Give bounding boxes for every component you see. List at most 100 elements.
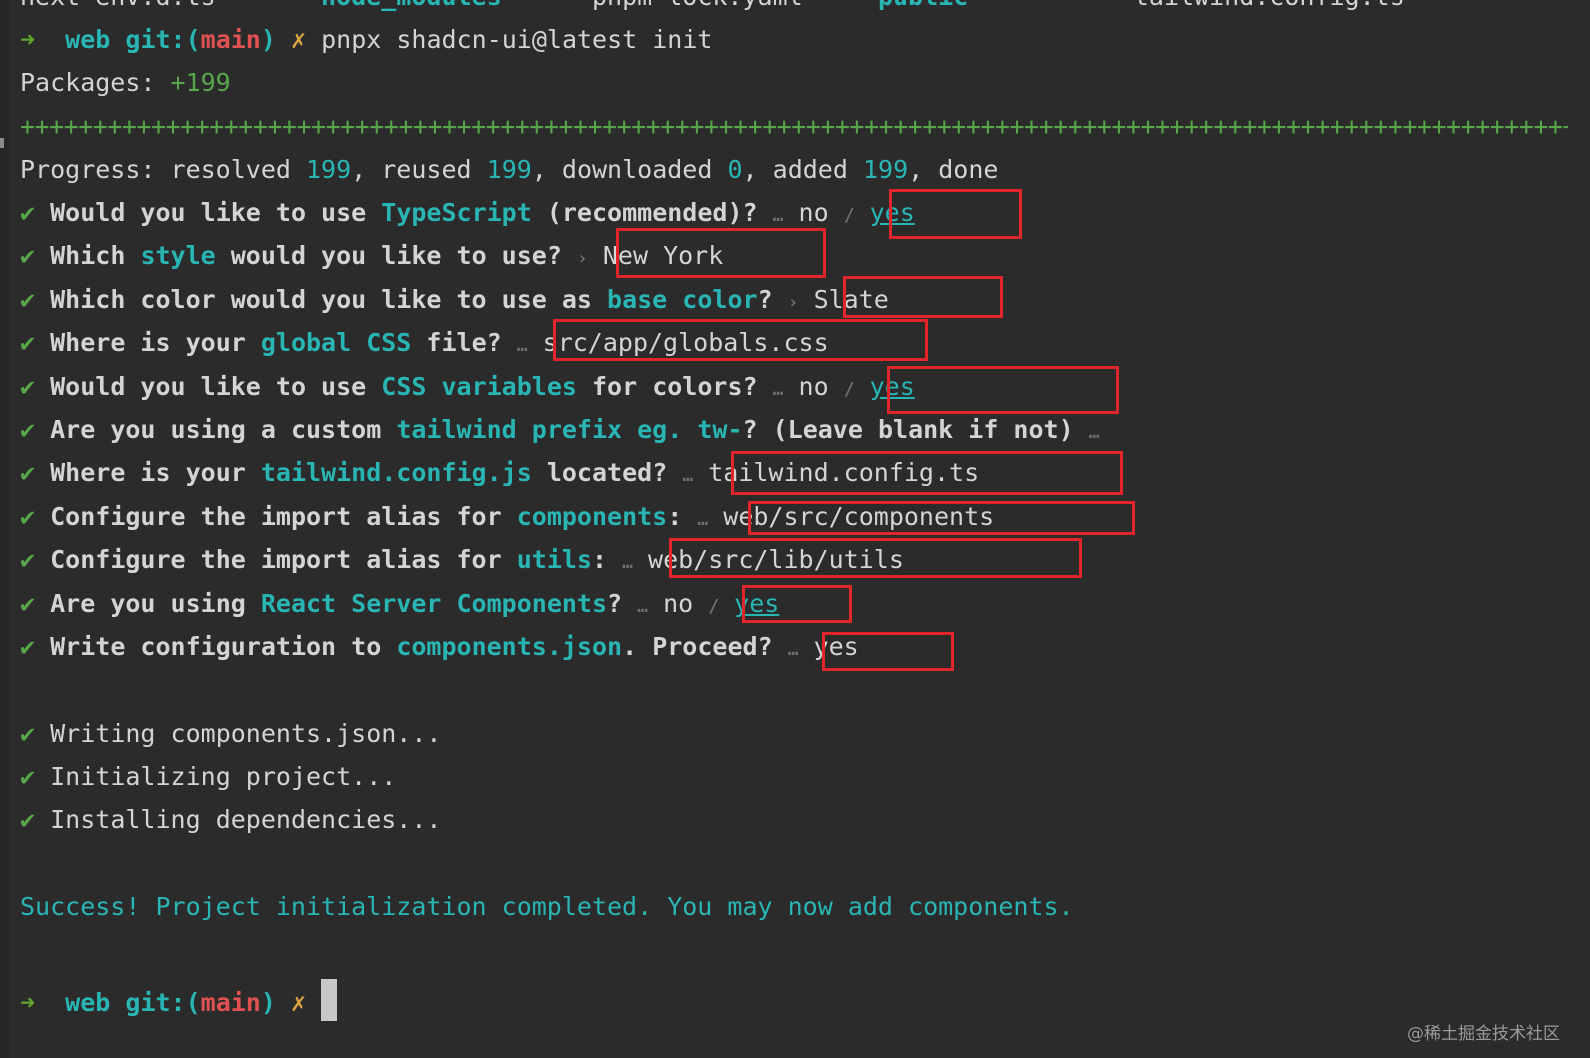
- highlight-box-utils-alias: [669, 538, 1082, 578]
- question-text: :: [667, 502, 683, 531]
- progress-reused-label: , reused: [351, 155, 472, 184]
- progress-line: Progress: resolved 199, reused 199, down…: [20, 155, 998, 185]
- check-icon: ✔: [20, 545, 36, 574]
- question-text: Configure the import alias for: [50, 502, 517, 531]
- success-message: Success! Project initialization complete…: [20, 892, 1074, 921]
- question-typescript: ✔ Would you like to use TypeScript (reco…: [20, 198, 915, 228]
- question-text: for colors?: [576, 372, 758, 401]
- packages-label: Packages:: [20, 68, 156, 97]
- question-highlight: global CSS: [260, 328, 412, 357]
- highlight-box-rsc: [742, 585, 852, 623]
- check-icon: ✔: [20, 285, 36, 314]
- directory-listing: next-env.d.ts node_modules pnpm-lock.yam…: [20, 0, 1405, 12]
- highlight-box-typescript: [889, 189, 1022, 239]
- listing-item: node_modules: [321, 0, 502, 11]
- gutter-marker: [0, 138, 4, 148]
- check-icon: ✔: [20, 502, 36, 531]
- highlight-box-style: [616, 228, 826, 278]
- highlight-box-components-alias: [748, 501, 1135, 535]
- answer-no: no: [798, 198, 829, 227]
- listing-item: tailwind.config.ts: [1134, 0, 1405, 11]
- terminal-cursor[interactable]: [321, 979, 338, 1021]
- ellipsis-icon: …: [697, 509, 709, 530]
- question-highlight: base color: [607, 285, 758, 314]
- progress-reused: 199: [486, 155, 532, 184]
- check-icon: ✔: [20, 632, 36, 661]
- prompt-git-close: ): [260, 25, 276, 54]
- progress-added-label: , added: [742, 155, 848, 184]
- watermark: @稀土掘金技术社区: [1407, 1024, 1560, 1044]
- dirty-icon: ✗: [291, 988, 307, 1017]
- question-text: ?: [607, 589, 623, 618]
- question-text: Are you using a custom: [50, 415, 397, 444]
- answer-no: no: [798, 372, 829, 401]
- check-icon: ✔: [20, 589, 36, 618]
- question-rsc: ✔ Are you using React Server Components?…: [20, 589, 779, 619]
- question-text: Where is your: [50, 458, 261, 487]
- question-highlight: components: [516, 502, 668, 531]
- progress-label: Progress: resolved: [20, 155, 291, 184]
- highlight-box-tailwind-config: [731, 451, 1123, 495]
- command-text: pnpx shadcn-ui@latest init: [321, 25, 713, 54]
- progress-done-label: , done: [908, 155, 999, 184]
- check-icon: ✔: [20, 372, 36, 401]
- check-icon: ✔: [20, 328, 36, 357]
- prompt-arrow-icon: ➜: [20, 988, 36, 1017]
- prompt-dir: web: [65, 25, 111, 54]
- question-text: ? (Leave blank if not): [742, 415, 1074, 444]
- highlight-box-css-variables: [887, 366, 1119, 414]
- question-highlight: components.json: [396, 632, 623, 661]
- step-line: ✔ Installing dependencies...: [20, 805, 441, 835]
- listing-item: pnpm-lock.yaml: [592, 0, 803, 11]
- question-highlight: CSS variables: [381, 372, 577, 401]
- prompt-arrow-icon: ➜: [20, 25, 36, 54]
- question-text: Would you like to use: [50, 198, 382, 227]
- question-highlight: React Server Components: [260, 589, 608, 618]
- answer-no: no: [663, 589, 694, 618]
- slash-separator: /: [843, 205, 855, 226]
- check-icon: ✔: [20, 805, 36, 834]
- step-text: Writing components.json...: [50, 719, 442, 748]
- chevron-right-icon: ›: [576, 248, 588, 269]
- question-highlight: style: [140, 241, 216, 270]
- check-icon: ✔: [20, 719, 36, 748]
- question-tailwind-prefix: ✔ Are you using a custom tailwind prefix…: [20, 415, 1100, 445]
- question-text: located?: [531, 458, 668, 487]
- question-text: :: [591, 545, 608, 574]
- question-text: Which: [50, 241, 141, 270]
- step-text: Installing dependencies...: [50, 805, 442, 834]
- question-text: (recommended)?: [531, 198, 758, 227]
- question-highlight: tailwind.config.js: [260, 458, 532, 487]
- listing-item: next-env.d.ts: [20, 0, 216, 11]
- progress-resolved: 199: [306, 155, 352, 184]
- prompt-line[interactable]: ➜ web git:(main) ✗: [20, 979, 338, 1021]
- check-icon: ✔: [20, 458, 36, 487]
- ellipsis-icon: …: [622, 552, 633, 573]
- progress-downloaded-label: , downloaded: [531, 155, 713, 184]
- ellipsis-icon: …: [772, 205, 784, 226]
- highlight-box-write-config: [822, 632, 954, 671]
- chevron-right-icon: ›: [787, 292, 799, 313]
- step-text: Initializing project...: [50, 762, 397, 791]
- question-text: . Proceed?: [622, 632, 773, 661]
- prompt-git-close: ): [260, 988, 276, 1017]
- question-text: Write configuration to: [50, 632, 397, 661]
- question-text: would you like to use?: [215, 241, 562, 270]
- question-text: Would you like to use: [50, 372, 382, 401]
- question-base-color: ✔ Which color would you like to use as b…: [20, 285, 889, 315]
- check-icon: ✔: [20, 198, 36, 227]
- ellipsis-icon: …: [516, 335, 528, 356]
- listing-item: public: [878, 0, 968, 11]
- progress-downloaded: 0: [727, 155, 743, 184]
- question-text: ?: [757, 285, 773, 314]
- check-icon: ✔: [20, 762, 36, 791]
- ellipsis-icon: …: [772, 379, 784, 400]
- step-line: ✔ Initializing project...: [20, 762, 396, 792]
- question-text: file?: [411, 328, 502, 357]
- highlight-box-global-css: [553, 319, 928, 361]
- question-text: Are you using: [50, 589, 261, 618]
- ellipsis-icon: …: [682, 465, 694, 486]
- question-css-variables: ✔ Would you like to use CSS variables fo…: [20, 372, 915, 402]
- check-icon: ✔: [20, 415, 36, 444]
- question-text: Where is your: [50, 328, 261, 357]
